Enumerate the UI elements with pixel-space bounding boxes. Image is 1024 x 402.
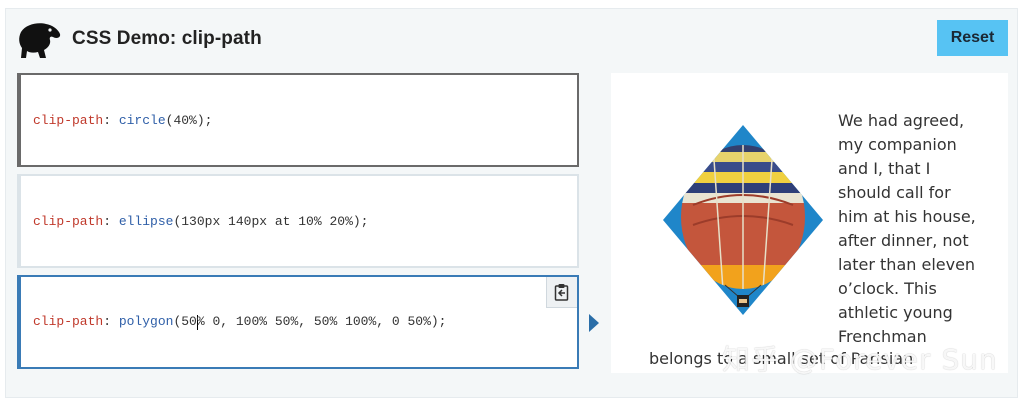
code-option-ellipse[interactable]: clip-path: ellipse(130px 140px at 10% 20… [17,174,579,268]
paragraph-line: o’clock. This [838,279,937,298]
output-paragraph: We had agreed, my companion and I, that … [838,109,998,349]
option-indicator [17,174,21,268]
paragraph-line: him at his house, [838,207,976,226]
css-function: circle [118,112,166,128]
css-args: (40%); [165,112,213,128]
paragraph-line: after dinner, not [838,231,969,250]
paragraph-line: later than eleven [838,255,976,274]
copy-button[interactable] [546,277,577,308]
code-line: clip-path: ellipse(130px 140px at 10% 20… [33,213,369,229]
clipboard-icon [554,284,569,301]
code-line: clip-path: circle(40%); [33,112,213,128]
option-indicator [17,73,21,167]
paragraph-line: my companion [838,135,957,154]
paragraph-line: and I, that I [838,159,931,178]
output-panel: We had agreed, my companion and I, that … [611,73,1008,373]
code-option-circle[interactable]: clip-path: circle(40%); [17,73,579,167]
paragraph-line: should call for [838,183,951,202]
option-indicator [17,275,21,369]
dinosaur-logo-icon [19,23,61,58]
css-args-after-cursor: % 0, 100% 50%, 50% 100%, 0 50%); [196,314,447,330]
css-function: polygon [118,314,174,330]
paragraph-line: We had agreed, [838,111,965,130]
reset-button[interactable]: Reset [937,20,1008,56]
css-function: ellipse [118,213,174,229]
css-property: clip-path [33,112,104,128]
css-property: clip-path [33,213,104,229]
hot-air-balloon-image [663,125,823,315]
css-args: (130px 140px at 10% 20%); [173,213,369,229]
paragraph-line: athletic young [838,303,953,322]
code-line[interactable]: clip-path: polygon(50% 0, 100% 50%, 50% … [33,314,447,330]
css-property: clip-path [33,314,104,330]
css-args-before-cursor: (50 [173,314,197,330]
header: CSS Demo: clip-path Reset [6,9,1017,71]
play-arrow-icon [589,314,599,332]
page-title: CSS Demo: clip-path [72,28,262,49]
code-option-polygon[interactable]: clip-path: polygon(50% 0, 100% 50%, 50% … [17,275,579,369]
watermark: 知乎 @Forever Sun [722,343,998,376]
